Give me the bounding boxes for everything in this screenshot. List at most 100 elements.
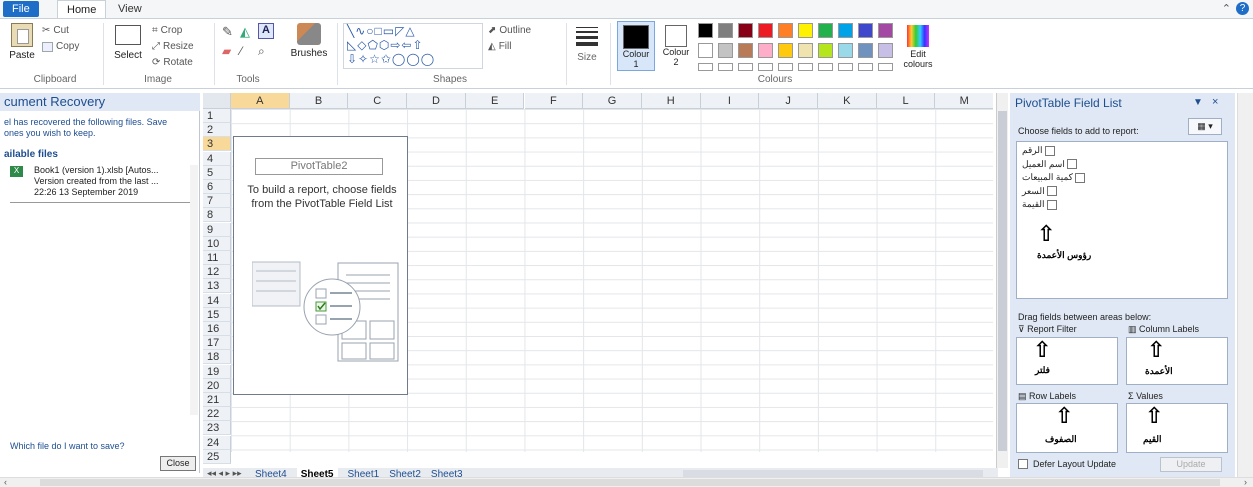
custom-colour-swatch[interactable] — [818, 63, 833, 71]
scroll-left-icon[interactable]: ‹ — [4, 477, 7, 487]
colour-swatch[interactable] — [858, 23, 873, 38]
close-button[interactable]: Close — [160, 456, 196, 471]
sheet-vertical-scrollbar[interactable] — [996, 93, 1008, 468]
text-tool-icon[interactable]: A — [258, 23, 274, 39]
dropdown-arrow-icon[interactable]: ▼ — [1193, 97, 1203, 108]
select-all-corner[interactable] — [203, 93, 231, 109]
colour-swatch[interactable] — [798, 43, 813, 58]
scroll-thumb[interactable] — [998, 111, 1007, 451]
field-item[interactable]: اسم العميل — [1022, 159, 1077, 170]
eraser-icon[interactable]: ▰ — [222, 44, 231, 58]
colour-swatch[interactable] — [858, 43, 873, 58]
row-header[interactable]: 25 — [203, 449, 231, 464]
column-header[interactable]: E — [465, 93, 525, 109]
row-header[interactable]: 2 — [203, 123, 231, 138]
update-button[interactable]: Update — [1160, 457, 1222, 472]
colour-swatch[interactable] — [878, 43, 893, 58]
row-header[interactable]: 5 — [203, 165, 231, 180]
field-item[interactable]: كمية المبيعات — [1022, 172, 1085, 183]
column-header[interactable]: G — [583, 93, 642, 109]
outline-button[interactable]: ⬈ Outline — [488, 25, 531, 36]
help-icon[interactable]: ? — [1236, 2, 1249, 15]
row-header[interactable]: 22 — [203, 407, 231, 422]
row-header[interactable]: 12 — [203, 265, 231, 280]
column-header[interactable]: M — [935, 93, 993, 109]
fill-button[interactable]: ◭ Fill — [488, 41, 511, 52]
resize-button[interactable]: ⤢ Resize — [152, 41, 194, 52]
column-header[interactable]: L — [876, 93, 936, 109]
field-checkbox[interactable] — [1066, 159, 1077, 169]
colour-swatch[interactable] — [818, 43, 833, 58]
scroll-thumb[interactable] — [40, 479, 1220, 486]
field-item[interactable]: السعر — [1022, 186, 1057, 197]
custom-colour-swatch[interactable] — [858, 63, 873, 71]
row-header[interactable]: 24 — [203, 435, 231, 450]
colour-swatch[interactable] — [738, 43, 753, 58]
custom-colour-swatch[interactable] — [878, 63, 893, 71]
window-vertical-scrollbar[interactable] — [1237, 93, 1253, 477]
window-horizontal-scrollbar[interactable]: ‹ › — [0, 477, 1253, 487]
row-header[interactable]: 9 — [203, 222, 231, 237]
row-header[interactable]: 7 — [203, 194, 231, 209]
layout-options-button[interactable]: ▦ ▾ — [1188, 118, 1222, 135]
custom-colour-swatch[interactable] — [698, 63, 713, 71]
colour-swatch[interactable] — [798, 23, 813, 38]
paste-button[interactable]: Paste — [6, 23, 38, 69]
custom-colour-swatch[interactable] — [798, 63, 813, 71]
column-header[interactable]: H — [641, 93, 701, 109]
row-header[interactable]: 23 — [203, 421, 231, 436]
row-header[interactable]: 20 — [203, 378, 231, 393]
which-file-help-link[interactable]: Which file do I want to save? — [10, 441, 125, 451]
collapse-ribbon-icon[interactable]: ⌃ — [1222, 2, 1231, 15]
edit-colours-button[interactable]: Edit colours — [898, 25, 938, 69]
colour-swatch[interactable] — [698, 43, 713, 58]
custom-colour-swatch[interactable] — [738, 63, 753, 71]
colour-swatch[interactable] — [758, 23, 773, 38]
cut-button[interactable]: ✂ Cut — [42, 25, 69, 36]
field-item[interactable]: الرقم — [1022, 145, 1055, 156]
row-header[interactable]: 3 — [203, 137, 231, 152]
colour-swatch[interactable] — [718, 23, 733, 38]
tab-home[interactable]: Home — [57, 0, 107, 18]
close-icon[interactable]: × — [1212, 96, 1218, 108]
row-header[interactable]: 8 — [203, 208, 231, 223]
column-labels-area[interactable]: ⇧ الأعمدة — [1126, 337, 1228, 385]
field-checkbox[interactable] — [1074, 172, 1085, 183]
colour-swatch[interactable] — [838, 43, 853, 58]
row-header[interactable]: 1 — [203, 109, 231, 123]
row-header[interactable]: 13 — [203, 279, 231, 294]
column-header[interactable]: F — [524, 93, 584, 109]
row-header[interactable]: 15 — [203, 307, 231, 322]
color-picker-icon[interactable]: ⁄ — [240, 44, 242, 58]
column-header[interactable]: I — [700, 93, 760, 109]
colour-swatch[interactable] — [738, 23, 753, 38]
rotate-button[interactable]: ⟳ Rotate — [152, 57, 193, 68]
column-header[interactable]: J — [759, 93, 818, 109]
colour-swatch[interactable] — [838, 23, 853, 38]
row-header[interactable]: 17 — [203, 336, 231, 351]
colour-swatch[interactable] — [758, 43, 773, 58]
row-header[interactable]: 6 — [203, 180, 231, 194]
defer-layout-checkbox[interactable]: Defer Layout Update — [1018, 459, 1116, 469]
scroll-right-icon[interactable]: › — [1244, 477, 1247, 487]
crop-button[interactable]: ⌗ Crop — [152, 25, 182, 36]
column-header[interactable]: A — [231, 93, 290, 109]
custom-colour-swatch[interactable] — [718, 63, 733, 71]
row-header[interactable]: 11 — [203, 251, 231, 265]
field-checkbox[interactable] — [1046, 186, 1057, 196]
custom-colour-swatch[interactable] — [758, 63, 773, 71]
select-button[interactable]: Select — [111, 25, 145, 71]
colour-swatch[interactable] — [698, 23, 713, 38]
row-header[interactable]: 4 — [203, 151, 231, 166]
size-button[interactable]: Size — [572, 23, 602, 69]
tab-view[interactable]: View — [109, 0, 151, 18]
colour-swatch[interactable] — [818, 23, 833, 38]
field-checkbox[interactable] — [1044, 145, 1055, 156]
row-labels-area[interactable]: ⇧ الصفوف — [1016, 403, 1118, 453]
colour-swatch[interactable] — [878, 23, 893, 38]
colour2-button[interactable]: Colour 2 — [658, 21, 694, 71]
copy-button[interactable]: Copy — [42, 41, 79, 52]
column-header[interactable]: K — [818, 93, 877, 109]
row-header[interactable]: 21 — [203, 393, 231, 407]
pivot-table-placeholder[interactable]: PivotTable2 To build a report, choose fi… — [233, 136, 408, 395]
